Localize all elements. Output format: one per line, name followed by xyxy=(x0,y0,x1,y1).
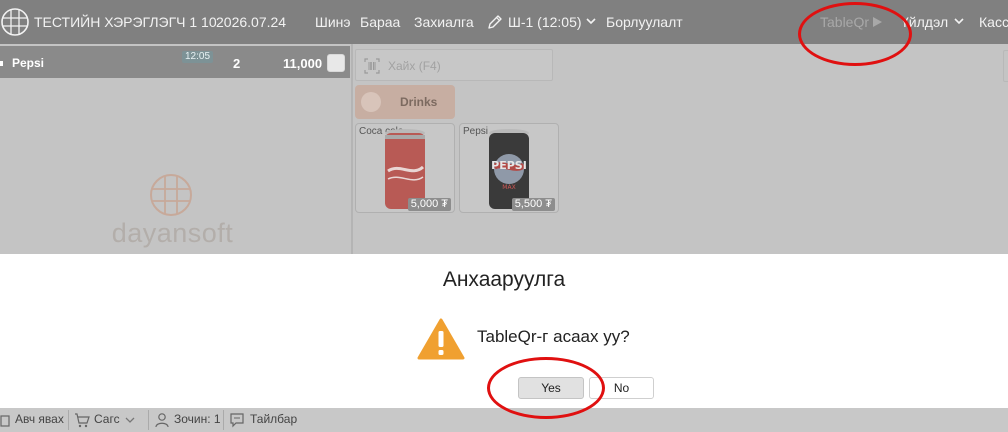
menu-orders[interactable]: Захиалга xyxy=(414,14,474,30)
svg-text:PEPSI: PEPSI xyxy=(491,159,527,172)
watermark-brand-text: dayansoft xyxy=(111,218,234,248)
menu-cashier[interactable]: Касс xyxy=(979,14,1008,30)
dialog-message: TableQr-г асаах уу? xyxy=(477,327,630,346)
product-search-input[interactable]: Хайх (F4) xyxy=(355,49,553,81)
annotation-circle-yes xyxy=(487,357,605,419)
takeaway-icon xyxy=(0,415,10,427)
row-marker xyxy=(0,61,3,66)
annotation-circle-tableqr xyxy=(798,2,912,66)
svg-text:MAX: MAX xyxy=(502,184,515,191)
product-card-pepsi[interactable]: Pepsi PEPSI MAX 5,500 ₮ xyxy=(459,123,559,213)
chevron-down-icon[interactable] xyxy=(586,17,596,25)
product-card-coca-cola[interactable]: Coca cola 5,000 ₮ xyxy=(355,123,455,213)
toolbar-separator xyxy=(148,410,149,430)
order-line-item[interactable]: Pepsi 12:05 2 11,000 xyxy=(0,46,350,78)
warning-icon xyxy=(417,318,465,360)
chevron-down-icon[interactable] xyxy=(954,17,964,25)
drink-cup-icon xyxy=(361,92,381,112)
menu-new[interactable]: Шинэ xyxy=(315,14,351,30)
menu-sales[interactable]: Борлуулалт xyxy=(606,14,683,30)
pencil-icon[interactable] xyxy=(486,13,504,31)
app-title: ТЕСТИЙН ХЭРЭГЛЭГЧ 1 10 xyxy=(34,14,217,30)
dayansoft-watermark: dayansoft xyxy=(100,172,245,252)
order-item-quantity: 2 xyxy=(233,56,241,71)
cart-button[interactable]: Сагс xyxy=(94,412,120,426)
chevron-down-icon[interactable] xyxy=(125,416,135,424)
panel-divider xyxy=(351,44,353,254)
note-button[interactable]: Тайлбар xyxy=(250,412,297,426)
current-date: 2026.07.24 xyxy=(216,14,287,30)
toolbar-separator xyxy=(68,410,69,430)
order-panel: Pepsi 12:05 2 11,000 dayansoft xyxy=(0,44,350,254)
order-item-checkbox[interactable] xyxy=(327,54,345,72)
toolbar-separator xyxy=(223,410,224,430)
product-price: 5,500 ₮ xyxy=(511,198,555,211)
extra-field[interactable] xyxy=(1003,50,1008,82)
bottom-toolbar: Авч явах Сагс Зочин: 1 Тайлбар xyxy=(0,408,1008,432)
menu-table-selector[interactable]: Ш-1 (12:05) xyxy=(508,14,582,30)
user-icon xyxy=(155,413,169,428)
search-placeholder: Хайх (F4) xyxy=(388,59,441,73)
cart-icon xyxy=(75,413,90,428)
dayansoft-logo-icon xyxy=(150,174,192,216)
dialog-title: Анхааруулга xyxy=(442,268,566,291)
menu-products[interactable]: Бараа xyxy=(360,14,400,30)
product-price: 5,000 ₮ xyxy=(407,198,451,211)
category-label: Drinks xyxy=(400,95,438,109)
comment-icon xyxy=(230,413,244,428)
barcode-scan-icon[interactable] xyxy=(364,58,380,74)
category-drinks-button[interactable]: Drinks xyxy=(355,85,455,119)
app-logo-icon xyxy=(1,8,29,36)
order-item-amount: 11,000 xyxy=(283,56,323,71)
order-item-name: Pepsi xyxy=(12,56,45,70)
guests-count[interactable]: Зочин: 1 xyxy=(174,412,221,426)
order-time-badge: 12:05 xyxy=(182,51,214,63)
takeaway-button[interactable]: Авч явах xyxy=(15,412,64,426)
